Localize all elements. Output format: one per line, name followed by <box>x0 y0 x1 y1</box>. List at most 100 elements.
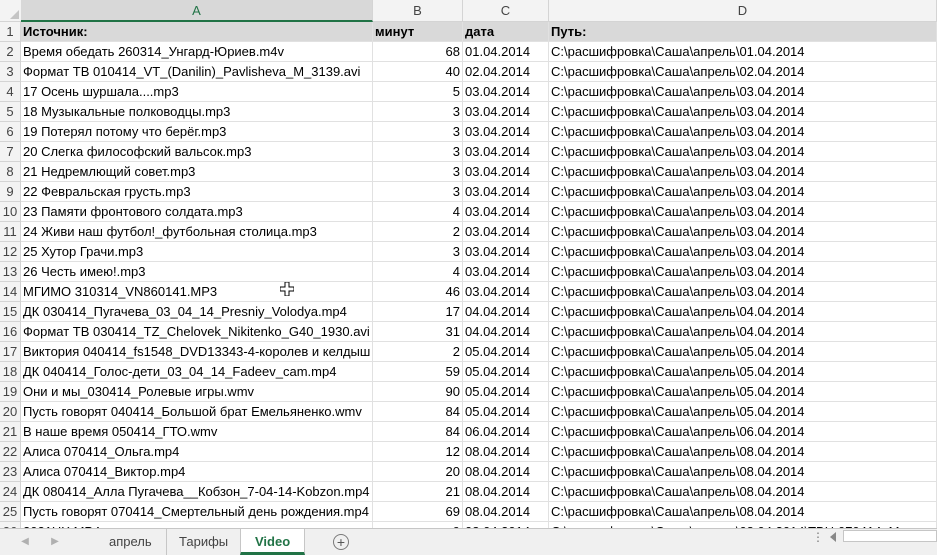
cell-source[interactable]: Пусть говорят 070414_Смертельный день ро… <box>21 502 373 522</box>
select-all-corner[interactable] <box>0 0 22 21</box>
cell-source[interactable]: МГИМО 310314_VN860141.MP3 <box>21 282 373 302</box>
cell-date[interactable]: 08.04.2014 <box>463 482 549 502</box>
cell-source[interactable]: Виктория 040414_fs1548_DVD13343-4-короле… <box>21 342 373 362</box>
cell-source[interactable]: Формат ТВ 030414_TZ_Chelovek_Nikitenko_G… <box>21 322 373 342</box>
cell-path[interactable]: C:\расшифровка\Саша\апрель\08.04.2014 <box>549 502 937 522</box>
tab-tarify[interactable]: Тарифы <box>165 529 244 555</box>
header-cell-path[interactable]: Путь: <box>549 22 937 42</box>
cell-source[interactable]: 21 Недремлющий совет.mp3 <box>21 162 373 182</box>
cell-date[interactable]: 03.04.2014 <box>463 202 549 222</box>
row-number[interactable]: 13 <box>0 262 21 282</box>
cell-minutes[interactable]: 3 <box>373 242 463 262</box>
row-number[interactable]: 8 <box>0 162 21 182</box>
cell-source[interactable]: 26 Честь имею!.mp3 <box>21 262 373 282</box>
cell-minutes[interactable]: 46 <box>373 282 463 302</box>
tab-video[interactable]: Video <box>240 529 306 555</box>
cell-date[interactable]: 03.04.2014 <box>463 222 549 242</box>
next-sheet-icon[interactable]: ▶ <box>48 535 62 549</box>
header-cell-source[interactable]: Источник: <box>21 22 373 42</box>
cell-date[interactable]: 03.04.2014 <box>463 142 549 162</box>
row-number[interactable]: 18 <box>0 362 21 382</box>
cell-minutes[interactable]: 59 <box>373 362 463 382</box>
cell-source[interactable]: Алиса 070414_Ольга.mp4 <box>21 442 373 462</box>
cell-path[interactable]: C:\расшифровка\Саша\апрель\03.04.2014 <box>549 182 937 202</box>
cell-path[interactable]: C:\расшифровка\Саша\апрель\08.04.2014 <box>549 482 937 502</box>
prev-sheet-icon[interactable]: ◀ <box>18 535 32 549</box>
cell-date[interactable]: 03.04.2014 <box>463 102 549 122</box>
cell-minutes[interactable]: 12 <box>373 442 463 462</box>
cell-source[interactable]: В наше время 050414_ГТО.wmv <box>21 422 373 442</box>
cell-source[interactable]: 24 Живи наш футбол!_футбольная столица.m… <box>21 222 373 242</box>
cell-minutes[interactable]: 3 <box>373 102 463 122</box>
cell-date[interactable]: 03.04.2014 <box>463 162 549 182</box>
column-header-c[interactable]: C <box>463 0 549 21</box>
cell-path[interactable]: C:\расшифровка\Саша\апрель\03.04.2014 <box>549 162 937 182</box>
spreadsheet-grid[interactable]: A B C D 1 Источник: минут дата Путь: 2 Вр… <box>0 0 937 528</box>
cell-path[interactable]: C:\расшифровка\Саша\апрель\03.04.2014 <box>549 262 937 282</box>
row-number[interactable]: 5 <box>0 102 21 122</box>
cell-path[interactable]: C:\расшифровка\Саша\апрель\05.04.2014 <box>549 362 937 382</box>
cell-minutes[interactable]: 21 <box>373 482 463 502</box>
row-number[interactable]: 3 <box>0 62 21 82</box>
row-number[interactable]: 2 <box>0 42 21 62</box>
cell-path[interactable]: C:\расшифровка\Саша\апрель\04.04.2014 <box>549 302 937 322</box>
cell-source[interactable]: 17 Осень шуршала....mp3 <box>21 82 373 102</box>
cell-path[interactable]: C:\расшифровка\Саша\апрель\08.04.2014 <box>549 442 937 462</box>
row-number[interactable]: 25 <box>0 502 21 522</box>
cell-source[interactable]: Они и мы_030414_Ролевые игры.wmv <box>21 382 373 402</box>
cell-minutes[interactable]: 4 <box>373 202 463 222</box>
cell-date[interactable]: 05.04.2014 <box>463 402 549 422</box>
cell-source[interactable]: Формат ТВ 010414_VT_(Danilin)_Pavlisheva… <box>21 62 373 82</box>
row-number[interactable]: 20 <box>0 402 21 422</box>
column-header-d[interactable]: D <box>549 0 937 21</box>
column-header-b[interactable]: B <box>373 0 463 21</box>
row-number[interactable]: 22 <box>0 442 21 462</box>
row-number[interactable]: 10 <box>0 202 21 222</box>
scroll-left-icon[interactable] <box>830 532 836 542</box>
cell-source[interactable]: Пусть говорят 040414_Большой брат Емелья… <box>21 402 373 422</box>
cell-source[interactable]: 23 Памяти фронтового солдата.mp3 <box>21 202 373 222</box>
cell-minutes[interactable]: 20 <box>373 462 463 482</box>
cell-path[interactable]: C:\расшифровка\Саша\апрель\06.04.2014 <box>549 422 937 442</box>
cell-source[interactable]: 25 Хутор Грачи.mp3 <box>21 242 373 262</box>
row-number[interactable]: 24 <box>0 482 21 502</box>
cell-minutes[interactable]: 90 <box>373 382 463 402</box>
cell-path[interactable]: C:\расшифровка\Саша\апрель\03.04.2014 <box>549 82 937 102</box>
cell-source[interactable]: Время обедать 260314_Унгард-Юриев.m4v <box>21 42 373 62</box>
cell-source[interactable]: ДК 040414_Голос-дети_03_04_14_Fadeev_cam… <box>21 362 373 382</box>
cell-minutes[interactable]: 3 <box>373 122 463 142</box>
cell-date[interactable]: 04.04.2014 <box>463 302 549 322</box>
cell-minutes[interactable]: 31 <box>373 322 463 342</box>
horizontal-scrollbar[interactable] <box>843 530 937 542</box>
cell-date[interactable]: 05.04.2014 <box>463 342 549 362</box>
cell-path[interactable]: C:\расшифровка\Саша\апрель\03.04.2014 <box>549 202 937 222</box>
row-number[interactable]: 19 <box>0 382 21 402</box>
row-number[interactable]: 21 <box>0 422 21 442</box>
cell-minutes[interactable]: 84 <box>373 402 463 422</box>
cell-minutes[interactable]: 40 <box>373 62 463 82</box>
header-cell-minutes[interactable]: минут <box>373 22 463 42</box>
cell-date[interactable]: 04.04.2014 <box>463 322 549 342</box>
cell-date[interactable]: 08.04.2014 <box>463 502 549 522</box>
row-number[interactable]: 12 <box>0 242 21 262</box>
cell-path[interactable]: C:\расшифровка\Саша\апрель\03.04.2014 <box>549 102 937 122</box>
cell-date[interactable]: 05.04.2014 <box>463 362 549 382</box>
cell-date[interactable]: 03.04.2014 <box>463 282 549 302</box>
cell-source[interactable]: 20 Слегка философский вальсок.mp3 <box>21 142 373 162</box>
cell-minutes[interactable]: 84 <box>373 422 463 442</box>
cell-path[interactable]: C:\расшифровка\Саша\апрель\08.04.2014 <box>549 462 937 482</box>
cell-minutes[interactable]: 3 <box>373 142 463 162</box>
cell-path[interactable]: C:\расшифровка\Саша\апрель\03.04.2014 <box>549 122 937 142</box>
header-cell-date[interactable]: дата <box>463 22 549 42</box>
cell-minutes[interactable]: 2 <box>373 222 463 242</box>
row-number[interactable]: 16 <box>0 322 21 342</box>
row-number[interactable]: 14 <box>0 282 21 302</box>
cell-minutes[interactable]: 4 <box>373 262 463 282</box>
more-options-icon[interactable]: ⋮ <box>812 530 824 544</box>
cell-path[interactable]: C:\расшифровка\Саша\апрель\03.04.2014 <box>549 242 937 262</box>
cell-path[interactable]: C:\расшифровка\Саша\апрель\05.04.2014 <box>549 402 937 422</box>
cell-path[interactable]: C:\расшифровка\Саша\апрель\02.04.2014 <box>549 62 937 82</box>
cell-path[interactable]: C:\расшифровка\Саша\апрель\05.04.2014 <box>549 342 937 362</box>
cell-minutes[interactable]: 5 <box>373 82 463 102</box>
cell-date[interactable]: 05.04.2014 <box>463 382 549 402</box>
